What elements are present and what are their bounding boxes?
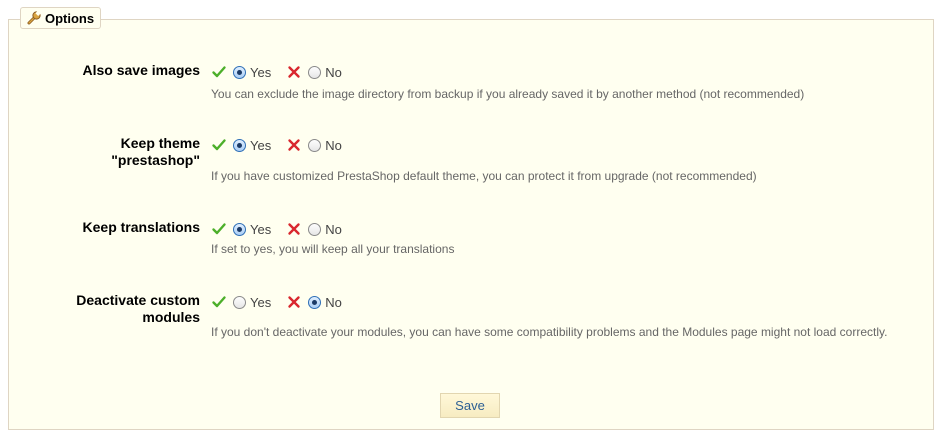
no-label[interactable]: No [325,65,342,80]
no-radio[interactable] [308,138,322,152]
option-label: Keep theme "prestashop" [111,135,200,168]
options-legend: Options [20,7,102,29]
option-description: If you don't deactivate your modules, yo… [211,325,888,339]
option-radio-group: Yes No [211,63,342,81]
wrench-icon [26,10,42,26]
option-label: Deactivate custom modules [76,292,200,325]
yes-label[interactable]: Yes [250,138,271,153]
cross-icon [286,294,302,310]
yes-label[interactable]: Yes [250,65,271,80]
no-radio[interactable] [308,222,322,236]
option-radio-group: Yes No [211,136,342,154]
option-label: Also save images [82,62,200,78]
cross-icon [286,221,302,237]
option-description: If set to yes, you will keep all your tr… [211,242,455,256]
yes-radio[interactable] [233,65,246,79]
cross-icon [286,64,302,80]
check-icon [211,137,227,153]
yes-label[interactable]: Yes [250,295,271,310]
check-icon [211,64,227,80]
option-description: You can exclude the image directory from… [211,87,805,101]
save-button[interactable]: Save [440,393,500,418]
yes-radio[interactable] [233,138,246,152]
no-label[interactable]: No [325,138,342,153]
yes-label[interactable]: Yes [250,222,271,237]
no-label[interactable]: No [325,295,342,310]
option-label: Keep translations [82,219,200,235]
yes-radio[interactable] [233,222,246,236]
option-radio-group: Yes No [211,220,342,238]
option-description: If you have customized PrestaShop defaul… [211,169,757,183]
no-radio[interactable] [308,65,322,79]
no-label[interactable]: No [325,222,342,237]
no-radio[interactable] [308,295,322,309]
legend-title: Options [45,10,95,26]
yes-radio[interactable] [233,295,246,309]
cross-icon [286,137,302,153]
check-icon [211,294,227,310]
option-radio-group: Yes No [211,293,342,311]
check-icon [211,221,227,237]
